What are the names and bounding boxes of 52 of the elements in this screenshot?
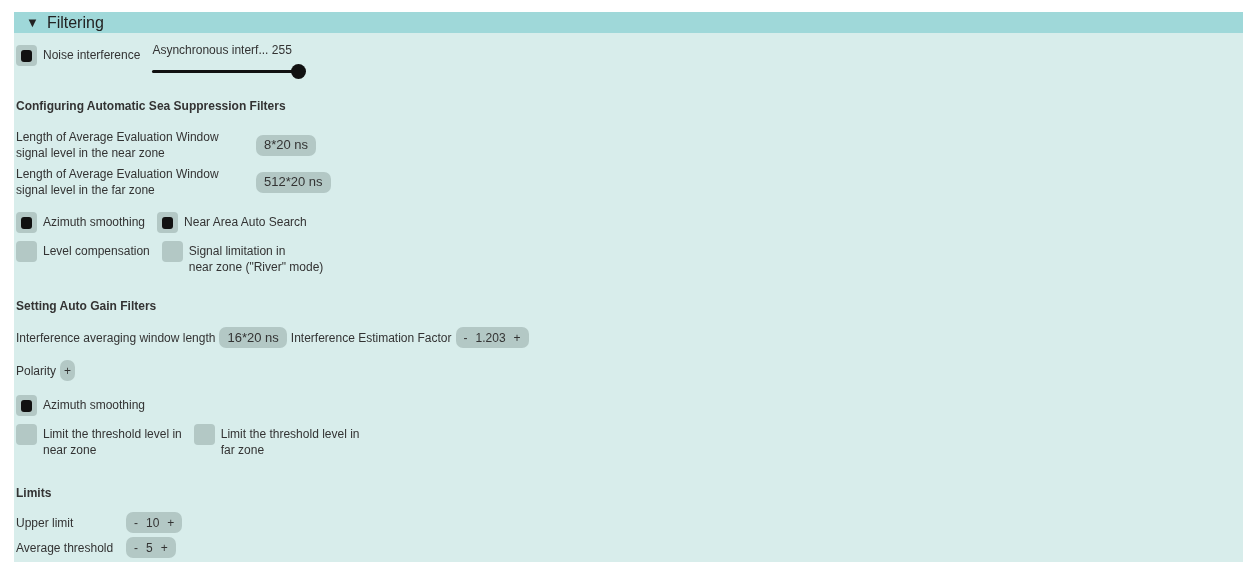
slider[interactable]	[152, 63, 305, 79]
polarity-button[interactable]: +	[60, 360, 76, 381]
value-field[interactable]: 16*20 ns	[219, 327, 287, 348]
stepper[interactable]: - 1.203 +	[455, 327, 529, 348]
section-heading: Setting Auto Gain Filters	[16, 298, 158, 315]
decrement-button[interactable]: -	[134, 513, 138, 532]
caret-icon: ▼	[26, 12, 39, 33]
section-header[interactable]: ▼ Filtering	[14, 12, 1243, 33]
checkbox[interactable]	[193, 424, 215, 445]
checkbox[interactable]	[16, 395, 37, 416]
increment-button[interactable]: +	[160, 538, 168, 557]
checkbox[interactable]	[16, 45, 37, 66]
check-mark-icon	[21, 399, 32, 412]
checkbox-label: Azimuth smoothing	[43, 214, 146, 230]
checkbox-label: Limit the threshold level in near zone	[43, 426, 182, 458]
section-heading: Configuring Automatic Sea Suppression Filters	[16, 98, 287, 115]
checkbox[interactable]	[157, 212, 179, 233]
section-title: Filtering	[46, 12, 104, 33]
checkbox[interactable]	[16, 424, 37, 445]
value-field[interactable]: 512*20 ns	[256, 171, 331, 193]
checkbox[interactable]	[16, 241, 37, 262]
increment-button[interactable]: +	[513, 328, 521, 347]
decrement-button[interactable]: -	[463, 328, 468, 347]
checkbox-label: Level compensation	[43, 243, 150, 259]
increment-button[interactable]: +	[167, 513, 175, 532]
stepper[interactable]: - 10 +	[126, 512, 183, 533]
slider-label: Asynchronous interf... 255	[152, 42, 293, 59]
field-label: Interference Estimation Factor	[290, 329, 452, 347]
checkbox-label: Noise interference	[43, 47, 141, 63]
checkbox-label: Near Area Auto Search	[184, 214, 307, 230]
stepper-value: 5	[146, 539, 153, 557]
field-label: Interference averaging window length	[16, 329, 216, 347]
check-mark-icon	[21, 216, 32, 229]
stepper-value: 10	[146, 514, 160, 532]
field-label: Length of Average Evaluation Window signal level in the near zone	[16, 129, 220, 161]
checkbox[interactable]	[16, 212, 37, 233]
section-heading: Limits	[16, 485, 53, 502]
check-mark-icon	[21, 49, 32, 62]
decrement-button[interactable]: -	[134, 538, 138, 557]
stepper-value: 1.203	[475, 329, 506, 347]
checkbox[interactable]	[161, 241, 183, 262]
field-label: Length of Average Evaluation Window signal level in the far zone	[16, 166, 220, 198]
checkbox-label: Limit the threshold level in far zone	[220, 426, 360, 458]
field-label: Upper limit	[16, 514, 75, 532]
field-label: Average threshold	[16, 539, 115, 557]
stepper[interactable]: - 5 +	[126, 537, 176, 558]
checkbox-label: Signal limitation in near zone ("River" mode)	[188, 243, 324, 275]
check-mark-icon	[162, 216, 174, 229]
slider-thumb[interactable]	[291, 64, 307, 79]
value-field[interactable]: 8*20 ns	[256, 134, 317, 156]
checkbox-label: Azimuth smoothing	[43, 397, 146, 413]
field-label: Polarity	[16, 362, 56, 380]
